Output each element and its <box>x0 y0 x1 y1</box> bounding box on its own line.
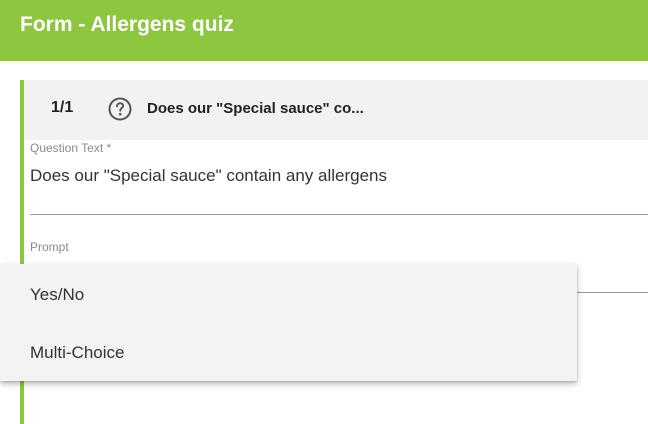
question-text-label: Question Text * <box>30 141 112 155</box>
dropdown-option-yes-no[interactable]: Yes/No <box>30 285 84 305</box>
prompt-dropdown-menu: Yes/No Multi-Choice <box>0 264 577 381</box>
help-circle-icon[interactable] <box>108 97 132 121</box>
dropdown-option-multi-choice[interactable]: Multi-Choice <box>30 343 124 363</box>
question-header[interactable]: 1/1 Does our "Special sauce" co... <box>24 80 648 140</box>
app-header: Form - Allergens quiz <box>0 0 648 61</box>
question-title: Does our "Special sauce" co... <box>147 100 364 117</box>
question-text-input[interactable]: Does our "Special sauce" contain any all… <box>30 166 387 186</box>
prompt-label: Prompt <box>30 240 69 254</box>
page-title: Form - Allergens quiz <box>20 13 234 36</box>
question-text-underline <box>30 214 648 215</box>
question-counter: 1/1 <box>51 99 74 116</box>
